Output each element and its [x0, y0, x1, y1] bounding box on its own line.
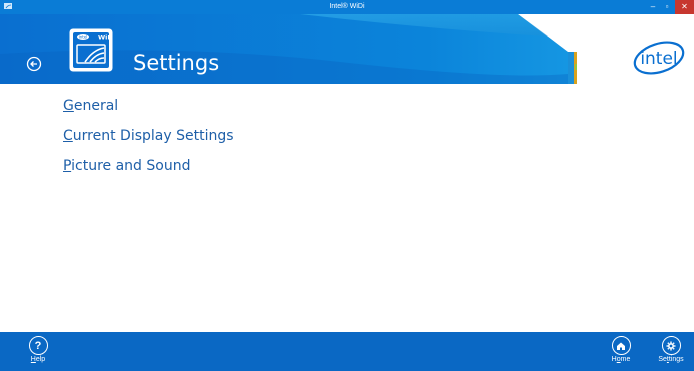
back-arrow-icon[interactable]	[26, 56, 42, 72]
home-label: Home	[611, 356, 631, 363]
svg-text:intel: intel	[640, 49, 677, 69]
svg-text:WiDi: WiDi	[98, 34, 113, 42]
gear-icon	[661, 336, 681, 355]
home-button[interactable]: Home	[608, 336, 634, 363]
intel-logo: intel	[633, 41, 685, 75]
app-bar: ? Help Home Settings	[0, 332, 694, 371]
help-icon: ?	[28, 336, 48, 355]
menu-link-general[interactable]: General	[63, 96, 234, 126]
settings-button[interactable]: Settings	[653, 336, 689, 363]
menu-link-label: urrent Display Settings	[72, 128, 234, 144]
menu-link-picture-and-sound[interactable]: Picture and Sound	[63, 156, 234, 186]
accesskey: G	[63, 98, 74, 114]
title-bar: Intel® WiDi – ▫ ✕	[0, 0, 694, 14]
menu-link-current-display-settings[interactable]: Current Display Settings	[63, 126, 234, 156]
settings-menu: General Current Display Settings Picture…	[63, 96, 234, 186]
help-button[interactable]: ? Help	[28, 336, 48, 363]
accesskey: P	[63, 158, 72, 174]
accesskey: C	[63, 128, 73, 144]
settings-label: Settings	[658, 356, 684, 363]
menu-link-label: icture and Sound	[71, 158, 191, 174]
svg-text:intel: intel	[79, 35, 88, 40]
window-title: Intel® WiDi	[329, 3, 365, 10]
help-label: Help	[30, 356, 46, 363]
menu-link-label: eneral	[73, 98, 119, 114]
minimize-button[interactable]: –	[647, 0, 659, 14]
home-icon	[611, 336, 631, 355]
header-banner: intel WiDi Settings intel	[0, 14, 694, 84]
close-button[interactable]: ✕	[675, 0, 694, 14]
widi-logo: intel WiDi	[69, 28, 113, 72]
maximize-button[interactable]: ▫	[661, 0, 673, 14]
page-title: Settings	[133, 51, 220, 75]
